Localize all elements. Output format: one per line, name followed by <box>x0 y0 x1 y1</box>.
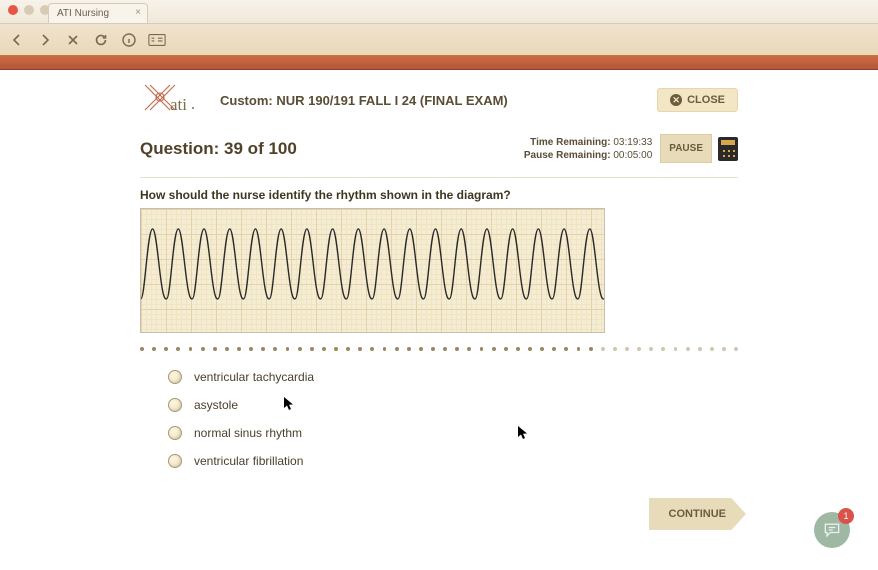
pause-remaining-label: Pause Remaining: <box>524 150 611 161</box>
browser-titlebar: ATI Nursing × <box>0 0 878 24</box>
radio-icon[interactable] <box>168 370 182 384</box>
forward-button[interactable] <box>36 31 54 49</box>
choice-option[interactable]: normal sinus rhythm <box>168 419 738 447</box>
choice-label: ventricular fibrillation <box>194 454 303 468</box>
choice-label: asystole <box>194 398 238 412</box>
timers: Time Remaining: 03:19:33 Pause Remaining… <box>524 136 652 162</box>
reader-icon[interactable] <box>148 31 166 49</box>
svg-text:ati: ati <box>170 95 187 114</box>
choice-label: ventricular tachycardia <box>194 370 314 384</box>
back-button[interactable] <box>8 31 26 49</box>
radio-icon[interactable] <box>168 426 182 440</box>
app-window: ATI Nursing × <box>0 0 878 570</box>
accent-bar <box>0 56 878 70</box>
ecg-trace <box>141 209 604 333</box>
exam-title: Custom: NUR 190/191 FALL I 24 (FINAL EXA… <box>220 93 508 108</box>
choice-option[interactable]: ventricular tachycardia <box>168 363 738 391</box>
progress-dots <box>0 333 878 355</box>
time-remaining-value: 03:19:33 <box>613 137 652 148</box>
radio-icon[interactable] <box>168 454 182 468</box>
choice-option[interactable]: ventricular fibrillation <box>168 447 738 475</box>
calculator-icon[interactable] <box>718 137 738 161</box>
choice-label: normal sinus rhythm <box>194 426 302 440</box>
window-min-dot[interactable] <box>24 5 34 15</box>
browser-tab[interactable]: ATI Nursing × <box>48 3 148 23</box>
tab-close-icon[interactable]: × <box>135 7 141 18</box>
window-controls[interactable] <box>8 5 50 15</box>
question-heading: Question: 39 of 100 <box>140 139 297 159</box>
pause-remaining-value: 00:05:00 <box>613 150 652 161</box>
info-icon[interactable] <box>120 31 138 49</box>
time-remaining-label: Time Remaining: <box>530 137 610 148</box>
ecg-diagram <box>140 208 605 333</box>
answer-choices: ventricular tachycardia asystole normal … <box>0 355 878 475</box>
continue-button[interactable]: CONTINUE <box>649 498 746 530</box>
chat-badge: 1 <box>838 508 854 524</box>
question-header-row: Question: 39 of 100 Time Remaining: 03:1… <box>0 120 878 163</box>
exam-header: ati Custom: NUR 190/191 FALL I 24 (FINAL… <box>0 70 878 120</box>
close-icon: ✕ <box>670 94 682 106</box>
close-button[interactable]: ✕ CLOSE <box>657 88 738 112</box>
close-label: CLOSE <box>687 94 725 106</box>
stop-button[interactable] <box>64 31 82 49</box>
browser-toolbar <box>0 24 878 56</box>
reload-button[interactable] <box>92 31 110 49</box>
pause-button[interactable]: PAUSE <box>660 134 712 163</box>
choice-option[interactable]: asystole <box>168 391 738 419</box>
ati-logo: ati <box>140 80 210 120</box>
radio-icon[interactable] <box>168 398 182 412</box>
question-prompt: How should the nurse identify the rhythm… <box>0 178 878 208</box>
page-content: ati Custom: NUR 190/191 FALL I 24 (FINAL… <box>0 70 878 570</box>
tab-title: ATI Nursing <box>57 8 109 19</box>
window-close-dot[interactable] <box>8 5 18 15</box>
chat-button[interactable]: 1 <box>814 512 850 548</box>
